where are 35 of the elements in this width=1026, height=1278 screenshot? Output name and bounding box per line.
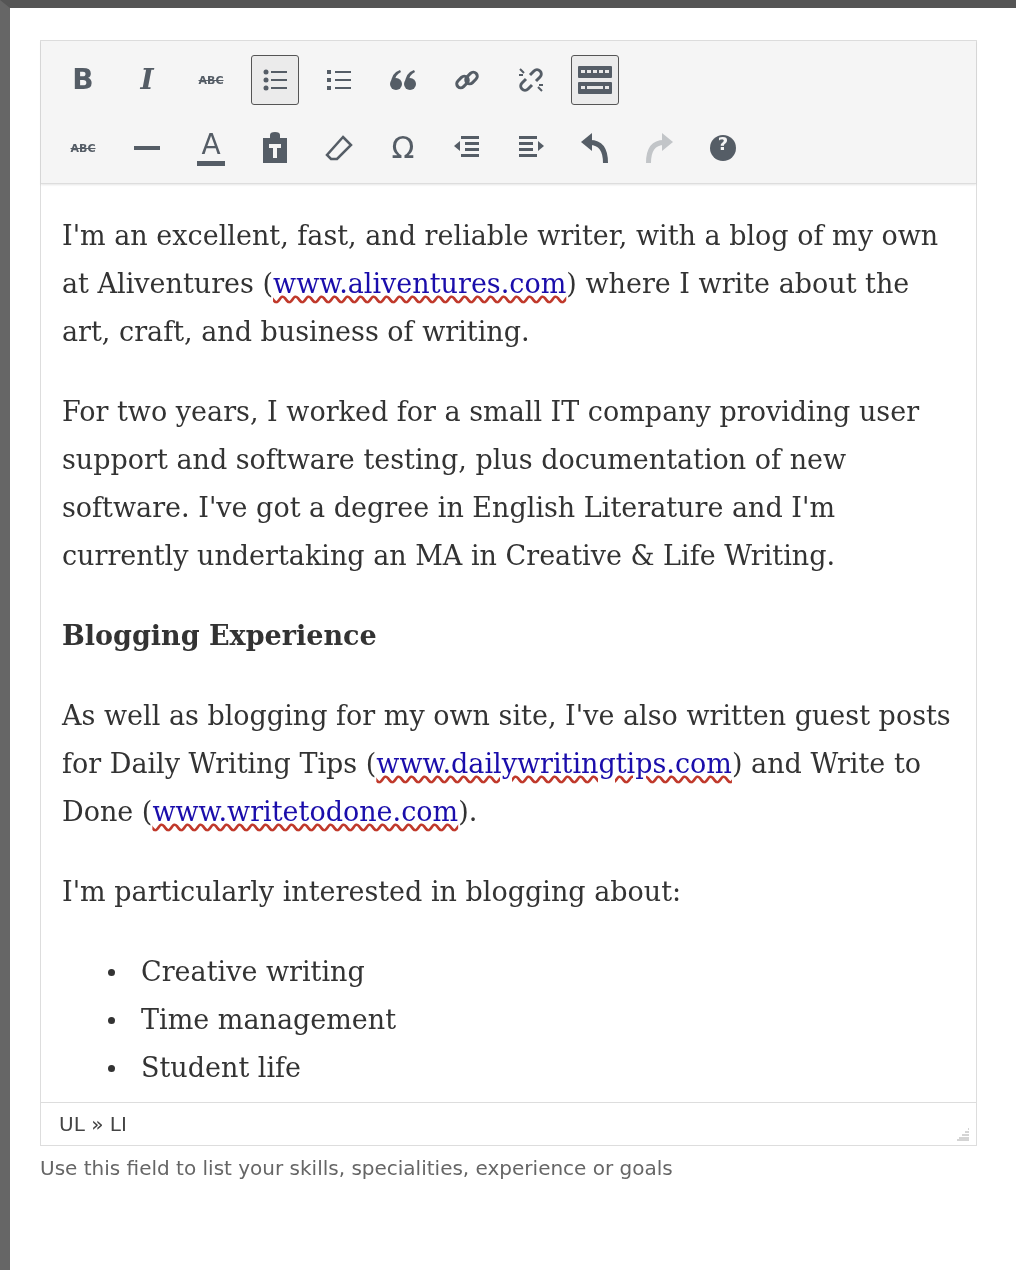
text-color-button[interactable]: A (187, 123, 235, 173)
redo-icon (644, 132, 674, 164)
link[interactable]: www.aliventures.com (273, 268, 567, 299)
omega-button[interactable]: Ω (379, 123, 427, 173)
field-hint: Use this field to list your skills, specialities, experience or goals (40, 1156, 674, 1180)
bullet-icon (108, 968, 115, 976)
paragraph: As well as blogging for my own site, I've also written guest posts for Daily Writing Tips (www.dailywritingtips.com) and Write to Done (www.writetodone.com). (62, 699, 952, 829)
quote-icon (389, 69, 417, 91)
undo-icon (580, 132, 610, 164)
paragraph: For two years, I worked for a small IT company providing user support and software testing, plus documentation of new software. I've got a degree in English Literature and I'm currently undertaking an MA in Creative & Life Writing. (62, 395, 921, 573)
eraser-icon (325, 134, 353, 162)
paragraph: I'm particularly interested in blogging about: (62, 875, 683, 909)
bulleted-list-icon (262, 68, 288, 92)
bold-button[interactable]: B (59, 55, 107, 105)
strikethrough-button[interactable]: ABC (59, 123, 107, 173)
link[interactable]: www.dailywritingtips.com (376, 748, 732, 779)
help-button[interactable]: ? (699, 123, 747, 173)
toolbar-toggle-button[interactable] (571, 55, 619, 105)
bullet-icon (108, 1064, 115, 1072)
clipboard-icon (261, 132, 289, 164)
help-icon: ? (710, 135, 736, 161)
element-path: UL » LI (59, 1112, 127, 1136)
bullet-list-button[interactable] (251, 55, 299, 105)
list-item: Student life (141, 1051, 302, 1085)
heading: Blogging Experience (62, 619, 378, 653)
list-item: Creative writing (141, 955, 365, 989)
bullet-icon (108, 1016, 115, 1024)
resize-handle-icon[interactable] (956, 1127, 970, 1141)
link[interactable]: www.writetodone.com (152, 796, 459, 827)
strikethrough-button[interactable]: ABC (187, 55, 235, 105)
italic-button[interactable]: I (123, 55, 171, 105)
list-item: Time management (141, 1003, 397, 1037)
paragraph: I'm an excellent, fast, and reliable writer, with a blog of my own at Aliventures (www.aliventures.com) where I write about the art, craft, and business of writing. (62, 219, 940, 349)
broken-link-icon (517, 66, 545, 94)
numbered-list-icon (326, 68, 352, 92)
